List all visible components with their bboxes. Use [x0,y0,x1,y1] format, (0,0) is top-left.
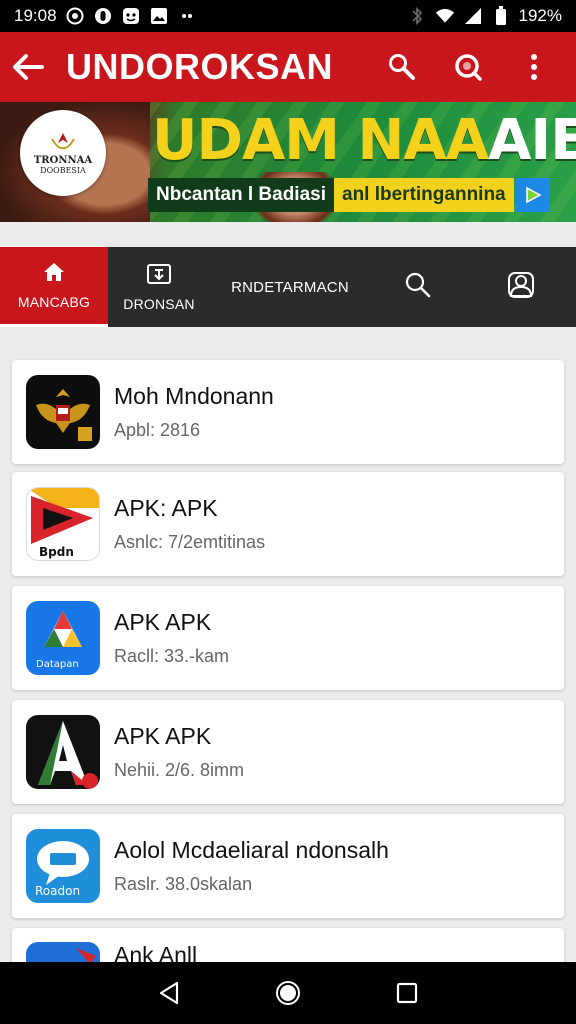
letter-a-icon [26,715,100,789]
battery-level: 192% [518,6,562,25]
app-bar: UNDOROKSAN [0,32,576,102]
bluetooth-icon [407,6,427,26]
card-text: APK APK Racll: 33.-kam [114,609,229,667]
card-text: APK APK Nehii. 2/6. 8imm [114,723,244,781]
back-arrow-icon[interactable] [12,51,44,83]
whatsapp-icon [65,6,85,26]
svg-text:Roadon: Roadon [35,884,80,898]
blue-app-icon: Datapan [26,601,100,675]
tab-rndetarmacn[interactable]: RNDETARMACN [210,247,370,327]
battery-icon [491,6,511,26]
system-nav-bar [0,962,576,1024]
tab-home-label: MANCABG [17,294,91,310]
download-icon [146,263,172,290]
nav-recents-icon[interactable] [390,976,424,1010]
banner-subbar: Nbcantan l Badiasi anl lbertingannina [148,176,550,214]
app-title: Aolol Mcdaeliaral ndonsalh [114,837,389,863]
garuda-mark-icon [51,133,75,150]
app-subtitle: Apbl: 2816 [114,420,201,440]
nav-home-icon[interactable] [271,976,305,1010]
garuda-icon [26,375,100,449]
play-logo-icon: Bpdn [26,487,100,561]
banner-logo: TRONNAA DOOBESIA [20,110,106,196]
app-subtitle: Asnlc: 7/2emtitinas [114,532,266,552]
tab-account[interactable] [466,247,576,327]
more-vert-icon[interactable] [518,51,550,83]
tab-download-label: DRONSAN [123,295,195,312]
lens-search-icon[interactable] [452,51,484,83]
signal-icon [463,6,483,26]
banner-headline-part1: UDAM NAA [152,108,489,173]
card-text: Moh Mndonann Apbl: 2816 [114,383,274,441]
tab-search[interactable] [370,247,466,327]
status-bar: 19:08 192% [0,0,576,32]
banner-sub-yellow: anl lbertingannina [334,178,514,212]
status-time: 19:08 [14,6,57,25]
list-item[interactable]: Bpdn APK: APK Asnlc: 7/2emtitinas [12,472,564,576]
card-text: APK: APK Asnlc: 7/2emtitinas [114,495,265,553]
tab-rndetarmacn-label: RNDETARMACN [231,278,349,296]
home-icon [42,261,66,288]
promo-banner[interactable]: TRONNAA DOOBESIA UDAM NAAAIE Nbcantan l … [0,102,576,222]
list-item[interactable]: APK APK Nehii. 2/6. 8imm [12,700,564,804]
face-icon [121,6,141,26]
account-icon [507,271,535,304]
status-right: 192% [407,6,562,26]
play-icon [515,178,550,212]
search-icon [404,271,432,304]
banner-headline-part2: AIE [488,108,576,173]
app-title: UNDOROKSAN [66,46,334,87]
app-title: APK: APK [114,495,218,521]
banner-logo-line2: DOOBESIA [40,166,86,175]
banner-sub-dark: Nbcantan l Badiasi [148,178,334,212]
app-subtitle: Nehii. 2/6. 8imm [114,760,245,780]
nav-back-icon[interactable] [152,976,186,1010]
tab-download[interactable]: DRONSAN [108,247,210,327]
app-subtitle: Raslr. 38.0skalan [114,874,253,894]
list-item[interactable]: Datapan APK APK Racll: 33.-kam [12,586,564,690]
search-icon[interactable] [386,51,418,83]
dots-icon [177,6,197,26]
app-title: APK APK [114,723,212,749]
app-subtitle: Racll: 33.-kam [114,646,230,666]
circle-app-icon [93,6,113,26]
image-icon [149,6,169,26]
status-left: 19:08 [14,6,197,26]
tab-home[interactable]: MANCABG [0,247,108,327]
list-item[interactable]: Roadon Aolol Mcdaeliaral ndonsalh Raslr.… [12,814,564,918]
card-text: Aolol Mcdaeliaral ndonsalh Raslr. 38.0sk… [114,837,389,895]
app-title: Moh Mndonann [114,383,274,409]
chat-bubble-icon: Roadon [26,829,100,903]
tab-bar: MANCABG DRONSAN RNDETARMACN [0,247,576,327]
app-title: APK APK [114,609,212,635]
svg-text:Bpdn: Bpdn [39,545,74,559]
banner-logo-line1: TRONNAA [33,155,93,166]
svg-text:Datapan: Datapan [36,659,79,670]
wifi-icon [435,6,455,26]
banner-headline: UDAM NAAAIE [152,108,576,173]
list-item[interactable]: Moh Mndonann Apbl: 2816 [12,360,564,464]
app-bar-actions [386,51,564,83]
